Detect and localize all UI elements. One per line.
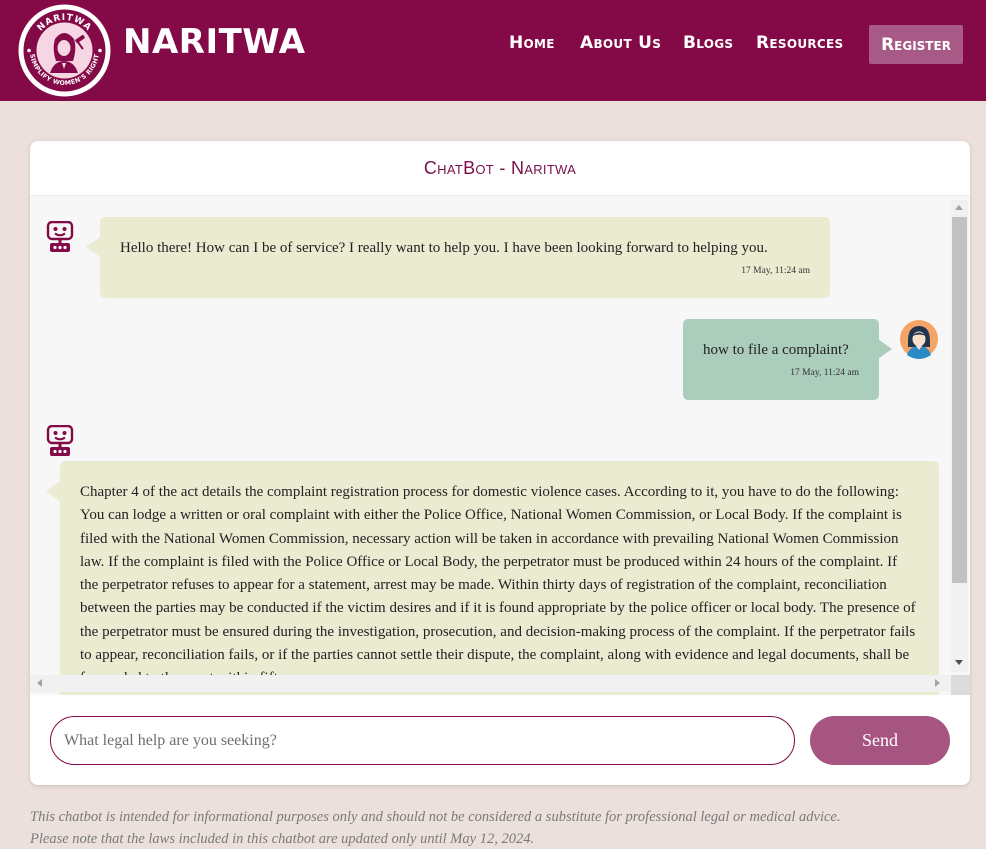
message-text: Chapter 4 of the act details the complai… — [80, 484, 916, 686]
woman-avatar-icon — [899, 319, 939, 359]
disclaimer: This chatbot is intended for information… — [30, 806, 960, 849]
bubble-tail — [878, 339, 892, 359]
chat-card: ChatBot - Naritwa Hello there! How can I… — [30, 141, 970, 785]
scroll-left-icon[interactable] — [37, 679, 42, 687]
message-text: how to file a complaint? — [703, 342, 849, 358]
message-text: Hello there! How can I be of service? I … — [120, 240, 768, 256]
disclaimer-line-1: This chatbot is intended for information… — [30, 809, 841, 825]
nav-home[interactable]: Home — [509, 33, 555, 53]
scrollbar-thumb[interactable] — [952, 217, 967, 583]
scrollbar-corner — [951, 675, 970, 695]
horizontal-scrollbar[interactable] — [30, 675, 951, 692]
robot-icon — [45, 220, 75, 253]
bot-message: Chapter 4 of the act details the complai… — [60, 461, 939, 695]
nav-about-us[interactable]: About Us — [580, 33, 661, 53]
scroll-down-icon[interactable] — [955, 660, 963, 665]
message-timestamp: 17 May, 11:24 am — [790, 368, 859, 379]
register-button[interactable]: Register — [869, 25, 963, 64]
send-button[interactable]: Send — [810, 716, 950, 765]
scroll-right-icon[interactable] — [935, 679, 940, 687]
chat-input[interactable] — [50, 716, 795, 765]
nav-resources[interactable]: Resources — [756, 33, 843, 53]
naritwa-logo[interactable]: NARITWA SIMPLIFY WOMEN'S RIGHT — [17, 3, 112, 98]
disclaimer-line-2: Please note that the laws included in th… — [30, 831, 535, 847]
chat-title: ChatBot - Naritwa — [30, 141, 970, 196]
chat-messages-area[interactable]: Hello there! How can I be of service? I … — [30, 196, 970, 695]
bubble-tail — [46, 481, 60, 501]
vertical-scrollbar[interactable] — [951, 200, 968, 672]
brand-name[interactable]: NARITWA — [123, 22, 306, 62]
nav-blogs[interactable]: Blogs — [683, 33, 733, 53]
scroll-up-icon[interactable] — [955, 205, 963, 210]
message-timestamp: 17 May, 11:24 am — [741, 266, 810, 277]
user-message: how to file a complaint? 17 May, 11:24 a… — [683, 319, 879, 400]
bubble-tail — [86, 237, 100, 257]
robot-icon — [45, 424, 75, 457]
navbar: NARITWA SIMPLIFY WOMEN'S RIGHT NARITWA H… — [0, 0, 986, 101]
bot-message: Hello there! How can I be of service? I … — [100, 217, 830, 298]
